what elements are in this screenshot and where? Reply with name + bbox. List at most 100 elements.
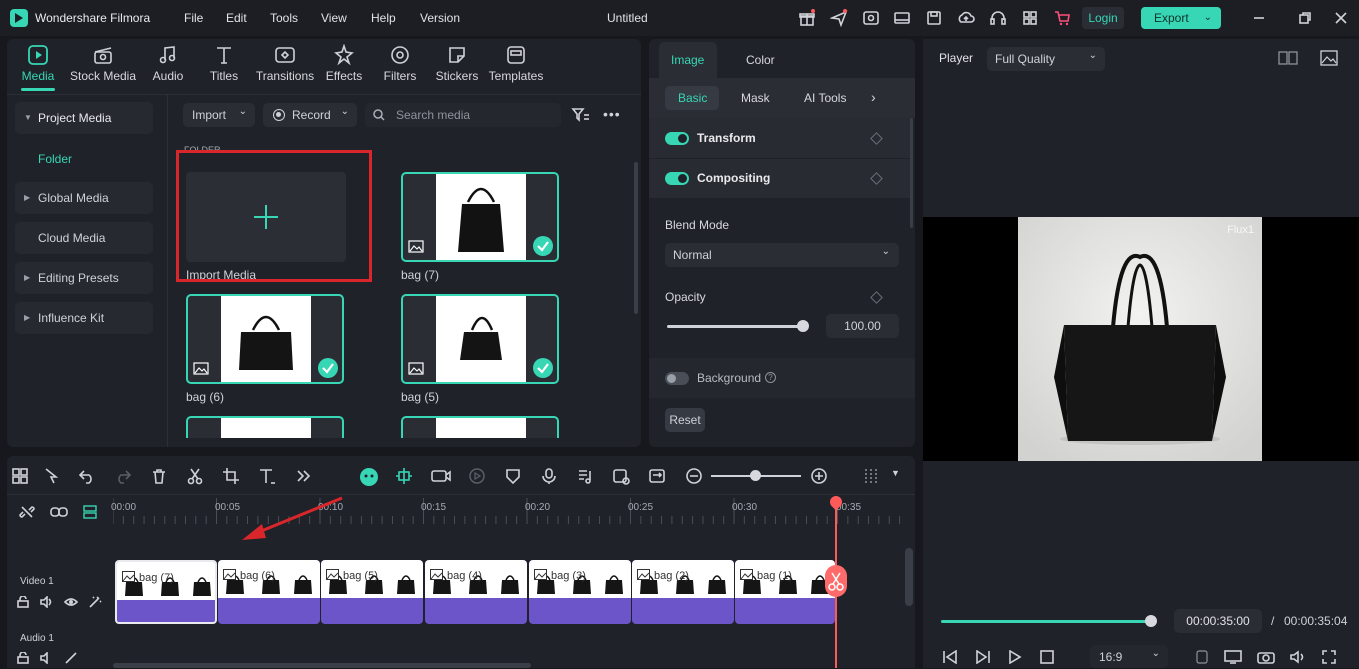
ai-badge-icon[interactable] bbox=[862, 9, 880, 27]
audio-volume-icon[interactable] bbox=[40, 652, 54, 664]
blend-mode-select[interactable]: Normal ⌄ bbox=[665, 243, 899, 267]
track-lock-icon[interactable] bbox=[17, 596, 29, 608]
menu-version[interactable]: Version bbox=[420, 11, 460, 25]
snapshot-image-icon[interactable] bbox=[1320, 50, 1338, 66]
menu-tools[interactable]: Tools bbox=[270, 11, 298, 25]
menu-help[interactable]: Help bbox=[371, 11, 396, 25]
layout-grid-icon[interactable] bbox=[11, 467, 29, 485]
ai-assistant-icon[interactable] bbox=[359, 467, 378, 486]
tab-image[interactable]: Image bbox=[671, 53, 704, 67]
tab-media[interactable]: Media bbox=[3, 44, 73, 83]
menu-view[interactable]: View bbox=[321, 11, 347, 25]
stop-icon[interactable] bbox=[1040, 650, 1054, 664]
scissors-split-icon[interactable] bbox=[186, 467, 204, 485]
play-icon[interactable] bbox=[1008, 650, 1022, 664]
track-visibility-icon[interactable] bbox=[64, 596, 78, 608]
microphone-icon[interactable] bbox=[540, 467, 558, 485]
sidebar-item-influence-kit[interactable]: ▶ Influence Kit bbox=[15, 302, 153, 334]
properties-scrollbar[interactable] bbox=[910, 118, 913, 228]
send-icon[interactable] bbox=[830, 9, 848, 27]
unlink-icon[interactable] bbox=[19, 504, 35, 520]
media-item-bag-5[interactable] bbox=[401, 294, 559, 384]
compositing-toggle[interactable] bbox=[665, 172, 689, 185]
track-magic-icon[interactable] bbox=[88, 596, 102, 608]
timeline-clip[interactable]: bag (2) bbox=[632, 560, 734, 624]
quality-select[interactable]: Full Quality ⌄ bbox=[987, 47, 1105, 71]
tab-titles[interactable]: Titles bbox=[189, 44, 259, 83]
audio-mute-icon[interactable] bbox=[64, 652, 78, 664]
cart-icon[interactable] bbox=[1053, 9, 1071, 27]
filter-sort-icon[interactable] bbox=[571, 106, 591, 124]
replace-icon[interactable] bbox=[648, 467, 666, 485]
menu-edit[interactable]: Edit bbox=[226, 11, 247, 25]
text-tool-icon[interactable] bbox=[258, 467, 276, 485]
menu-file[interactable]: File bbox=[184, 11, 203, 25]
sidebar-item-project-media[interactable]: ▼ Project Media bbox=[15, 102, 153, 134]
minimize-icon[interactable] bbox=[1250, 9, 1268, 27]
gift-icon[interactable] bbox=[798, 9, 816, 27]
shield-marker-icon[interactable] bbox=[504, 467, 522, 485]
playback-progress-handle[interactable] bbox=[1145, 615, 1157, 627]
current-time[interactable]: 00:00:35:00 bbox=[1174, 609, 1262, 633]
save-icon[interactable] bbox=[925, 9, 943, 27]
close-icon[interactable] bbox=[1332, 9, 1350, 27]
search-input[interactable]: Search media bbox=[365, 103, 561, 127]
opacity-slider-handle[interactable] bbox=[797, 320, 809, 332]
timeline-clip[interactable]: bag (1) bbox=[735, 560, 835, 624]
previous-frame-icon[interactable] bbox=[942, 650, 958, 664]
tab-templates[interactable]: Templates bbox=[481, 44, 551, 83]
timeline-clip[interactable]: bag (4) bbox=[425, 560, 527, 624]
aspect-ratio-select[interactable]: 16:9 ⌄ bbox=[1090, 645, 1168, 668]
split-scissors-button[interactable] bbox=[825, 565, 847, 597]
import-dropdown[interactable]: Import ⌄ bbox=[183, 103, 255, 127]
next-frame-icon[interactable] bbox=[975, 650, 991, 664]
restore-icon[interactable] bbox=[1296, 9, 1314, 27]
headset-icon[interactable] bbox=[989, 9, 1007, 27]
display-icon[interactable] bbox=[1224, 650, 1242, 664]
crop-icon[interactable] bbox=[222, 467, 240, 485]
login-button[interactable]: Login bbox=[1082, 7, 1124, 29]
fullscreen-icon[interactable] bbox=[1322, 650, 1336, 664]
select-cursor-icon[interactable] bbox=[43, 467, 61, 485]
sidebar-item-folder[interactable]: Folder bbox=[38, 152, 72, 166]
render-icon[interactable] bbox=[468, 467, 486, 485]
sidebar-item-cloud-media[interactable]: Cloud Media bbox=[15, 222, 153, 254]
more-options-icon[interactable]: ••• bbox=[603, 106, 621, 122]
render-preview-icon[interactable] bbox=[1196, 650, 1208, 664]
timeline-horizontal-scrollbar[interactable] bbox=[113, 663, 531, 668]
more-tools-icon[interactable] bbox=[294, 467, 312, 485]
timeline-layout-icon[interactable] bbox=[862, 467, 880, 485]
track-volume-icon[interactable] bbox=[40, 596, 54, 608]
delete-icon[interactable] bbox=[150, 467, 168, 485]
media-scrollbar[interactable] bbox=[634, 162, 638, 314]
compare-view-icon[interactable] bbox=[1278, 50, 1298, 66]
screen-icon[interactable] bbox=[893, 9, 911, 27]
playback-progress-bar[interactable] bbox=[941, 620, 1151, 623]
timeline-clip[interactable]: bag (3) bbox=[529, 560, 631, 624]
volume-icon[interactable] bbox=[1289, 650, 1307, 664]
record-dropdown[interactable]: Record ⌄ bbox=[263, 103, 357, 127]
music-track-icon[interactable] bbox=[576, 467, 594, 485]
sidebar-item-editing-presets[interactable]: ▶ Editing Presets bbox=[15, 262, 153, 294]
zoom-slider-handle[interactable] bbox=[750, 470, 761, 481]
help-icon[interactable]: ? bbox=[765, 372, 776, 383]
audio-lock-icon[interactable] bbox=[17, 652, 29, 664]
tab-color[interactable]: Color bbox=[746, 53, 775, 67]
zoom-out-icon[interactable] bbox=[685, 467, 703, 485]
track-manager-icon[interactable] bbox=[82, 504, 98, 520]
timeline-vertical-scrollbar[interactable] bbox=[905, 548, 913, 606]
media-item-partial[interactable] bbox=[401, 416, 559, 438]
timeline-clip[interactable]: bag (5) bbox=[321, 560, 423, 624]
link-icon[interactable] bbox=[50, 504, 68, 520]
subtab-ai-tools[interactable]: AI Tools bbox=[804, 91, 846, 105]
background-toggle[interactable] bbox=[665, 372, 689, 385]
auto-ripple-icon[interactable] bbox=[395, 467, 413, 485]
redo-icon[interactable] bbox=[114, 467, 132, 485]
chevron-right-icon[interactable]: › bbox=[871, 89, 876, 105]
camera-snapshot-icon[interactable] bbox=[1257, 650, 1275, 664]
opacity-input[interactable]: 100.00 bbox=[826, 314, 899, 338]
media-item-partial[interactable] bbox=[186, 416, 344, 438]
media-clip-icon[interactable] bbox=[612, 467, 630, 485]
undo-icon[interactable] bbox=[78, 467, 96, 485]
zoom-in-icon[interactable] bbox=[810, 467, 828, 485]
